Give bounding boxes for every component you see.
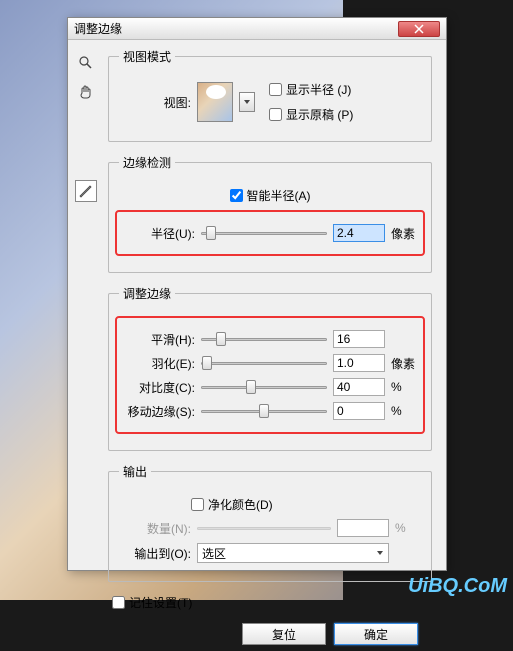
zoom-tool-icon[interactable] (75, 52, 97, 74)
smart-radius-checkbox[interactable]: 智能半径(A) (230, 187, 311, 204)
feather-unit: 像素 (391, 355, 417, 372)
show-original-input[interactable] (269, 108, 282, 121)
amount-label: 数量(N): (119, 520, 191, 537)
remember-input[interactable] (112, 596, 125, 609)
radius-label: 半径(U): (123, 225, 195, 242)
hand-tool-icon[interactable] (75, 82, 97, 104)
edge-detection-legend: 边缘检测 (119, 154, 175, 171)
feather-input[interactable] (333, 354, 385, 372)
shift-label: 移动边缘(S): (123, 403, 195, 420)
remember-label: 记住设置(T) (129, 594, 192, 611)
decontaminate-input[interactable] (191, 498, 204, 511)
adjust-highlight-box: 平滑(H): 羽化(E): 像素 对比度(C): (115, 316, 425, 434)
dialog-title: 调整边缘 (74, 20, 398, 37)
view-label: 视图: (119, 94, 191, 111)
chevron-down-icon (376, 549, 384, 557)
decontaminate-label: 净化颜色(D) (208, 496, 273, 513)
view-dropdown-button[interactable] (239, 92, 255, 112)
view-mode-group: 视图模式 视图: 显示半径 (J) 显示原稿 (P) (108, 48, 432, 142)
show-radius-input[interactable] (269, 83, 282, 96)
smooth-input[interactable] (333, 330, 385, 348)
tool-column (68, 40, 104, 570)
amount-unit: % (395, 521, 421, 535)
decontaminate-checkbox[interactable]: 净化颜色(D) (191, 496, 273, 513)
amount-slider (197, 519, 331, 537)
watermark: UiBQ.CoM (408, 575, 507, 598)
output-group: 输出 净化颜色(D) 数量(N): % 输出到(O): 选区 (108, 463, 432, 582)
smooth-label: 平滑(H): (123, 331, 195, 348)
output-to-select[interactable]: 选区 (197, 543, 389, 563)
contrast-label: 对比度(C): (123, 379, 195, 396)
radius-unit: 像素 (391, 225, 417, 242)
brush-tool-icon[interactable] (75, 180, 97, 202)
titlebar[interactable]: 调整边缘 (68, 18, 446, 40)
refine-edge-dialog: 调整边缘 视图模式 视图: (67, 17, 447, 571)
view-mode-legend: 视图模式 (119, 48, 175, 65)
show-original-label: 显示原稿 (P) (286, 106, 353, 123)
view-thumbnail[interactable] (197, 82, 233, 122)
adjust-edge-legend: 调整边缘 (119, 285, 175, 302)
close-button[interactable] (398, 21, 440, 37)
reset-button[interactable]: 复位 (242, 623, 326, 645)
show-radius-checkbox[interactable]: 显示半径 (J) (269, 81, 353, 98)
output-legend: 输出 (119, 463, 151, 480)
output-to-label: 输出到(O): (119, 545, 191, 562)
feather-slider[interactable] (201, 354, 327, 372)
output-to-value: 选区 (202, 545, 226, 562)
close-icon (414, 24, 424, 34)
radius-highlight-box: 半径(U): 像素 (115, 210, 425, 256)
contrast-unit: % (391, 380, 417, 394)
show-original-checkbox[interactable]: 显示原稿 (P) (269, 106, 353, 123)
chevron-down-icon (243, 98, 251, 106)
smart-radius-input[interactable] (230, 189, 243, 202)
contrast-input[interactable] (333, 378, 385, 396)
show-radius-label: 显示半径 (J) (286, 81, 351, 98)
ok-button[interactable]: 确定 (334, 623, 418, 645)
remember-checkbox[interactable]: 记住设置(T) (112, 594, 192, 611)
amount-input (337, 519, 389, 537)
shift-input[interactable] (333, 402, 385, 420)
contrast-slider[interactable] (201, 378, 327, 396)
smooth-slider[interactable] (201, 330, 327, 348)
shift-unit: % (391, 404, 417, 418)
edge-detection-group: 边缘检测 智能半径(A) 半径(U): 像素 (108, 154, 432, 273)
feather-label: 羽化(E): (123, 355, 195, 372)
radius-input[interactable] (333, 224, 385, 242)
shift-slider[interactable] (201, 402, 327, 420)
adjust-edge-group: 调整边缘 平滑(H): 羽化(E): 像素 对 (108, 285, 432, 451)
smart-radius-label: 智能半径(A) (247, 187, 311, 204)
radius-slider[interactable] (201, 224, 327, 242)
